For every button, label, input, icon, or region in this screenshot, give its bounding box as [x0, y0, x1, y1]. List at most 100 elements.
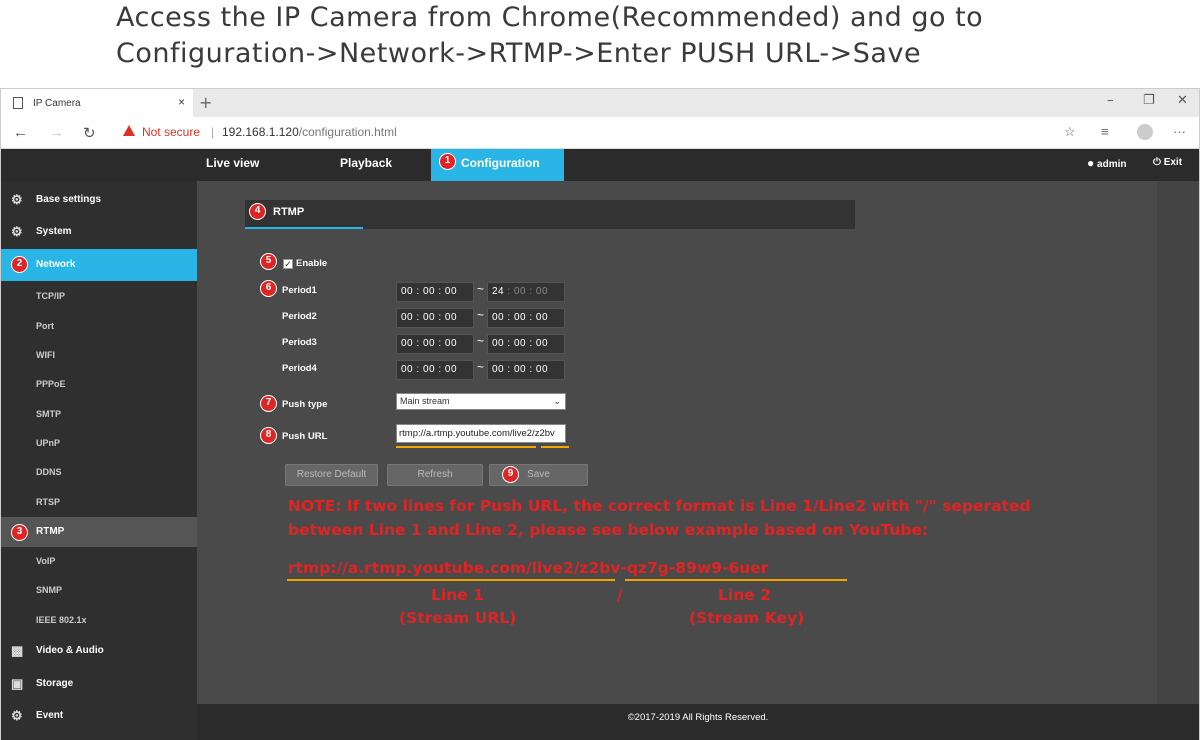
sidebar-item-ddns[interactable]: DDNS: [1, 457, 197, 487]
period4-label: Period4: [282, 363, 317, 374]
sidebar-item-smtp[interactable]: SMTP: [1, 399, 197, 429]
url-path: /configuration.html: [298, 125, 397, 139]
profile-avatar[interactable]: [1137, 124, 1153, 140]
sidebar-label: RTMP: [36, 526, 65, 537]
stream-key-underline: [541, 446, 569, 448]
period3-label: Period3: [282, 337, 317, 348]
sidebar-item-voip[interactable]: VoIP: [1, 546, 197, 576]
period3-end-hour: 00: [492, 338, 505, 349]
slash-label: /: [617, 586, 623, 604]
line2-label: Line 2: [718, 586, 771, 604]
enable-checkbox[interactable]: ✓: [283, 259, 293, 269]
reload-icon[interactable]: ↻: [83, 124, 96, 142]
sidebar-item-pppoe[interactable]: PPPoE: [1, 369, 197, 399]
tab-header: 4 RTMP: [245, 200, 855, 229]
period4-end-hour: 00: [492, 364, 505, 375]
minimize-icon[interactable]: –: [1107, 93, 1114, 108]
example-line1-underline: [287, 579, 615, 581]
push-type-select[interactable]: Main stream ⌄: [396, 393, 566, 410]
period3-end-rest: : 00 : 00: [504, 338, 549, 349]
push-url-label: Push URL: [282, 431, 328, 442]
step-badge-5: 5: [260, 253, 277, 270]
power-icon: ⏻: [1153, 157, 1161, 168]
tab-rtmp-label: RTMP: [273, 206, 305, 218]
step-badge-6: 6: [260, 280, 277, 297]
period1-end-hour: 24: [492, 286, 505, 297]
sidebar-item-port[interactable]: Port: [1, 311, 197, 341]
page-icon: [13, 97, 23, 109]
browser-tab[interactable]: IP Camera ×: [1, 89, 193, 117]
sidebar-item-storage[interactable]: ▣ Storage: [1, 669, 197, 699]
step-badge-3: 3: [11, 524, 28, 541]
back-icon[interactable]: ←: [13, 124, 28, 141]
period4-separator: ~: [477, 360, 485, 374]
period3-start-input[interactable]: 00 : 00 : 00: [396, 334, 474, 354]
caption-line-2: Configuration->Network->RTMP->Enter PUSH…: [116, 38, 922, 69]
period1-separator: ~: [477, 282, 485, 296]
exit-button[interactable]: ⏻ Exit: [1153, 149, 1182, 181]
note-line-1: NOTE: If two lines for Push URL, the cor…: [288, 497, 1031, 515]
user-menu[interactable]: ● admin: [1087, 149, 1126, 181]
sidebar-item-snmp[interactable]: SNMP: [1, 575, 197, 605]
refresh-button[interactable]: Refresh: [387, 464, 483, 486]
push-url-input[interactable]: rtmp://a.rtmp.youtube.com/live2/z2bv: [396, 424, 566, 443]
sidebar-item-system[interactable]: ⚙ System: [1, 217, 197, 247]
not-secure-label[interactable]: Not secure: [142, 125, 200, 139]
save-label: Save: [527, 469, 550, 480]
sidebar-item-tcpip[interactable]: TCP/IP: [1, 281, 197, 311]
tab-close-icon[interactable]: ×: [178, 95, 185, 109]
step-badge-7: 7: [260, 395, 277, 412]
caption-line-1: Access the IP Camera from Chrome(Recomme…: [116, 2, 984, 33]
new-tab-button[interactable]: +: [199, 93, 212, 112]
nav-live-view[interactable]: Live view: [206, 149, 259, 181]
sidebar-item-event[interactable]: ⚙ Event: [1, 701, 197, 731]
sidebar-item-rtmp[interactable]: 3 RTMP: [1, 517, 197, 547]
stream-url-underline: [396, 446, 536, 448]
sidebar-item-base-settings[interactable]: ⚙ Base settings: [1, 185, 197, 215]
period2-start-input[interactable]: 00 : 00 : 00: [396, 308, 474, 328]
nav-playback[interactable]: Playback: [340, 149, 392, 181]
config-sidebar: ⚙ Base settings ⚙ System 2 Network TCP/IP P…: [1, 181, 197, 740]
period1-start-input[interactable]: 00 : 00 : 00: [396, 282, 474, 302]
period3-end-input[interactable]: 00 : 00 : 00: [487, 334, 565, 354]
url-host: 192.168.1.120: [222, 125, 299, 139]
period1-end-rest: : 00 : 00: [504, 286, 549, 297]
favorites-icon[interactable]: ≡: [1101, 124, 1109, 139]
storage-icon: ▣: [11, 676, 24, 691]
step-badge-9: 9: [502, 466, 519, 483]
period2-end-input[interactable]: 00 : 00 : 00: [487, 308, 565, 328]
sidebar-item-rtsp[interactable]: RTSP: [1, 487, 197, 517]
step-badge-1: 1: [439, 153, 456, 170]
sidebar-label: Video & Audio: [36, 645, 104, 656]
nav-configuration-label: Configuration: [461, 156, 540, 170]
period4-end-input[interactable]: 00 : 00 : 00: [487, 360, 565, 380]
maximize-icon[interactable]: ❐: [1143, 93, 1155, 108]
top-navigation: Live view Playback 1 Configuration ● adm…: [1, 149, 1199, 181]
window-close-icon[interactable]: ✕: [1177, 93, 1188, 108]
url-field[interactable]: 192.168.1.120/configuration.html: [222, 125, 397, 139]
push-type-value: Main stream: [400, 396, 450, 406]
sidebar-item-video-audio[interactable]: ▩ Video & Audio: [1, 636, 197, 666]
camera-app: Live view Playback 1 Configuration ● adm…: [1, 149, 1199, 740]
more-icon[interactable]: ···: [1173, 124, 1186, 139]
star-icon[interactable]: ☆: [1064, 124, 1076, 140]
sidebar-item-wifi[interactable]: WIFI: [1, 340, 197, 370]
chevron-down-icon: ⌄: [553, 396, 561, 406]
forward-icon[interactable]: →: [49, 124, 64, 141]
browser-tabbar: IP Camera × + – ❐ ✕: [1, 89, 1199, 117]
sidebar-label: Base settings: [36, 194, 102, 205]
sidebar-label: Network: [36, 259, 76, 270]
example-url: rtmp://a.rtmp.youtube.com/live2/z2bv-qz7…: [288, 559, 769, 577]
sidebar-item-upnp[interactable]: UPnP: [1, 428, 197, 458]
period1-end-input[interactable]: 24 : 00 : 00: [487, 282, 565, 302]
sidebar-item-ieee8021x[interactable]: IEEE 802.1x: [1, 605, 197, 635]
period4-start-input[interactable]: 00 : 00 : 00: [396, 360, 474, 380]
restore-default-button[interactable]: Restore Default: [285, 464, 378, 486]
sidebar-item-network[interactable]: 2 Network: [1, 249, 197, 281]
nav-configuration[interactable]: 1 Configuration: [431, 149, 564, 181]
gears-icon: ⚙: [11, 224, 23, 239]
tab-rtmp[interactable]: 4 RTMP: [245, 200, 363, 229]
step-badge-2: 2: [11, 256, 28, 273]
line1-label: Line 1: [431, 586, 484, 604]
footer: ©2017-2019 All Rights Reserved.: [197, 704, 1199, 740]
